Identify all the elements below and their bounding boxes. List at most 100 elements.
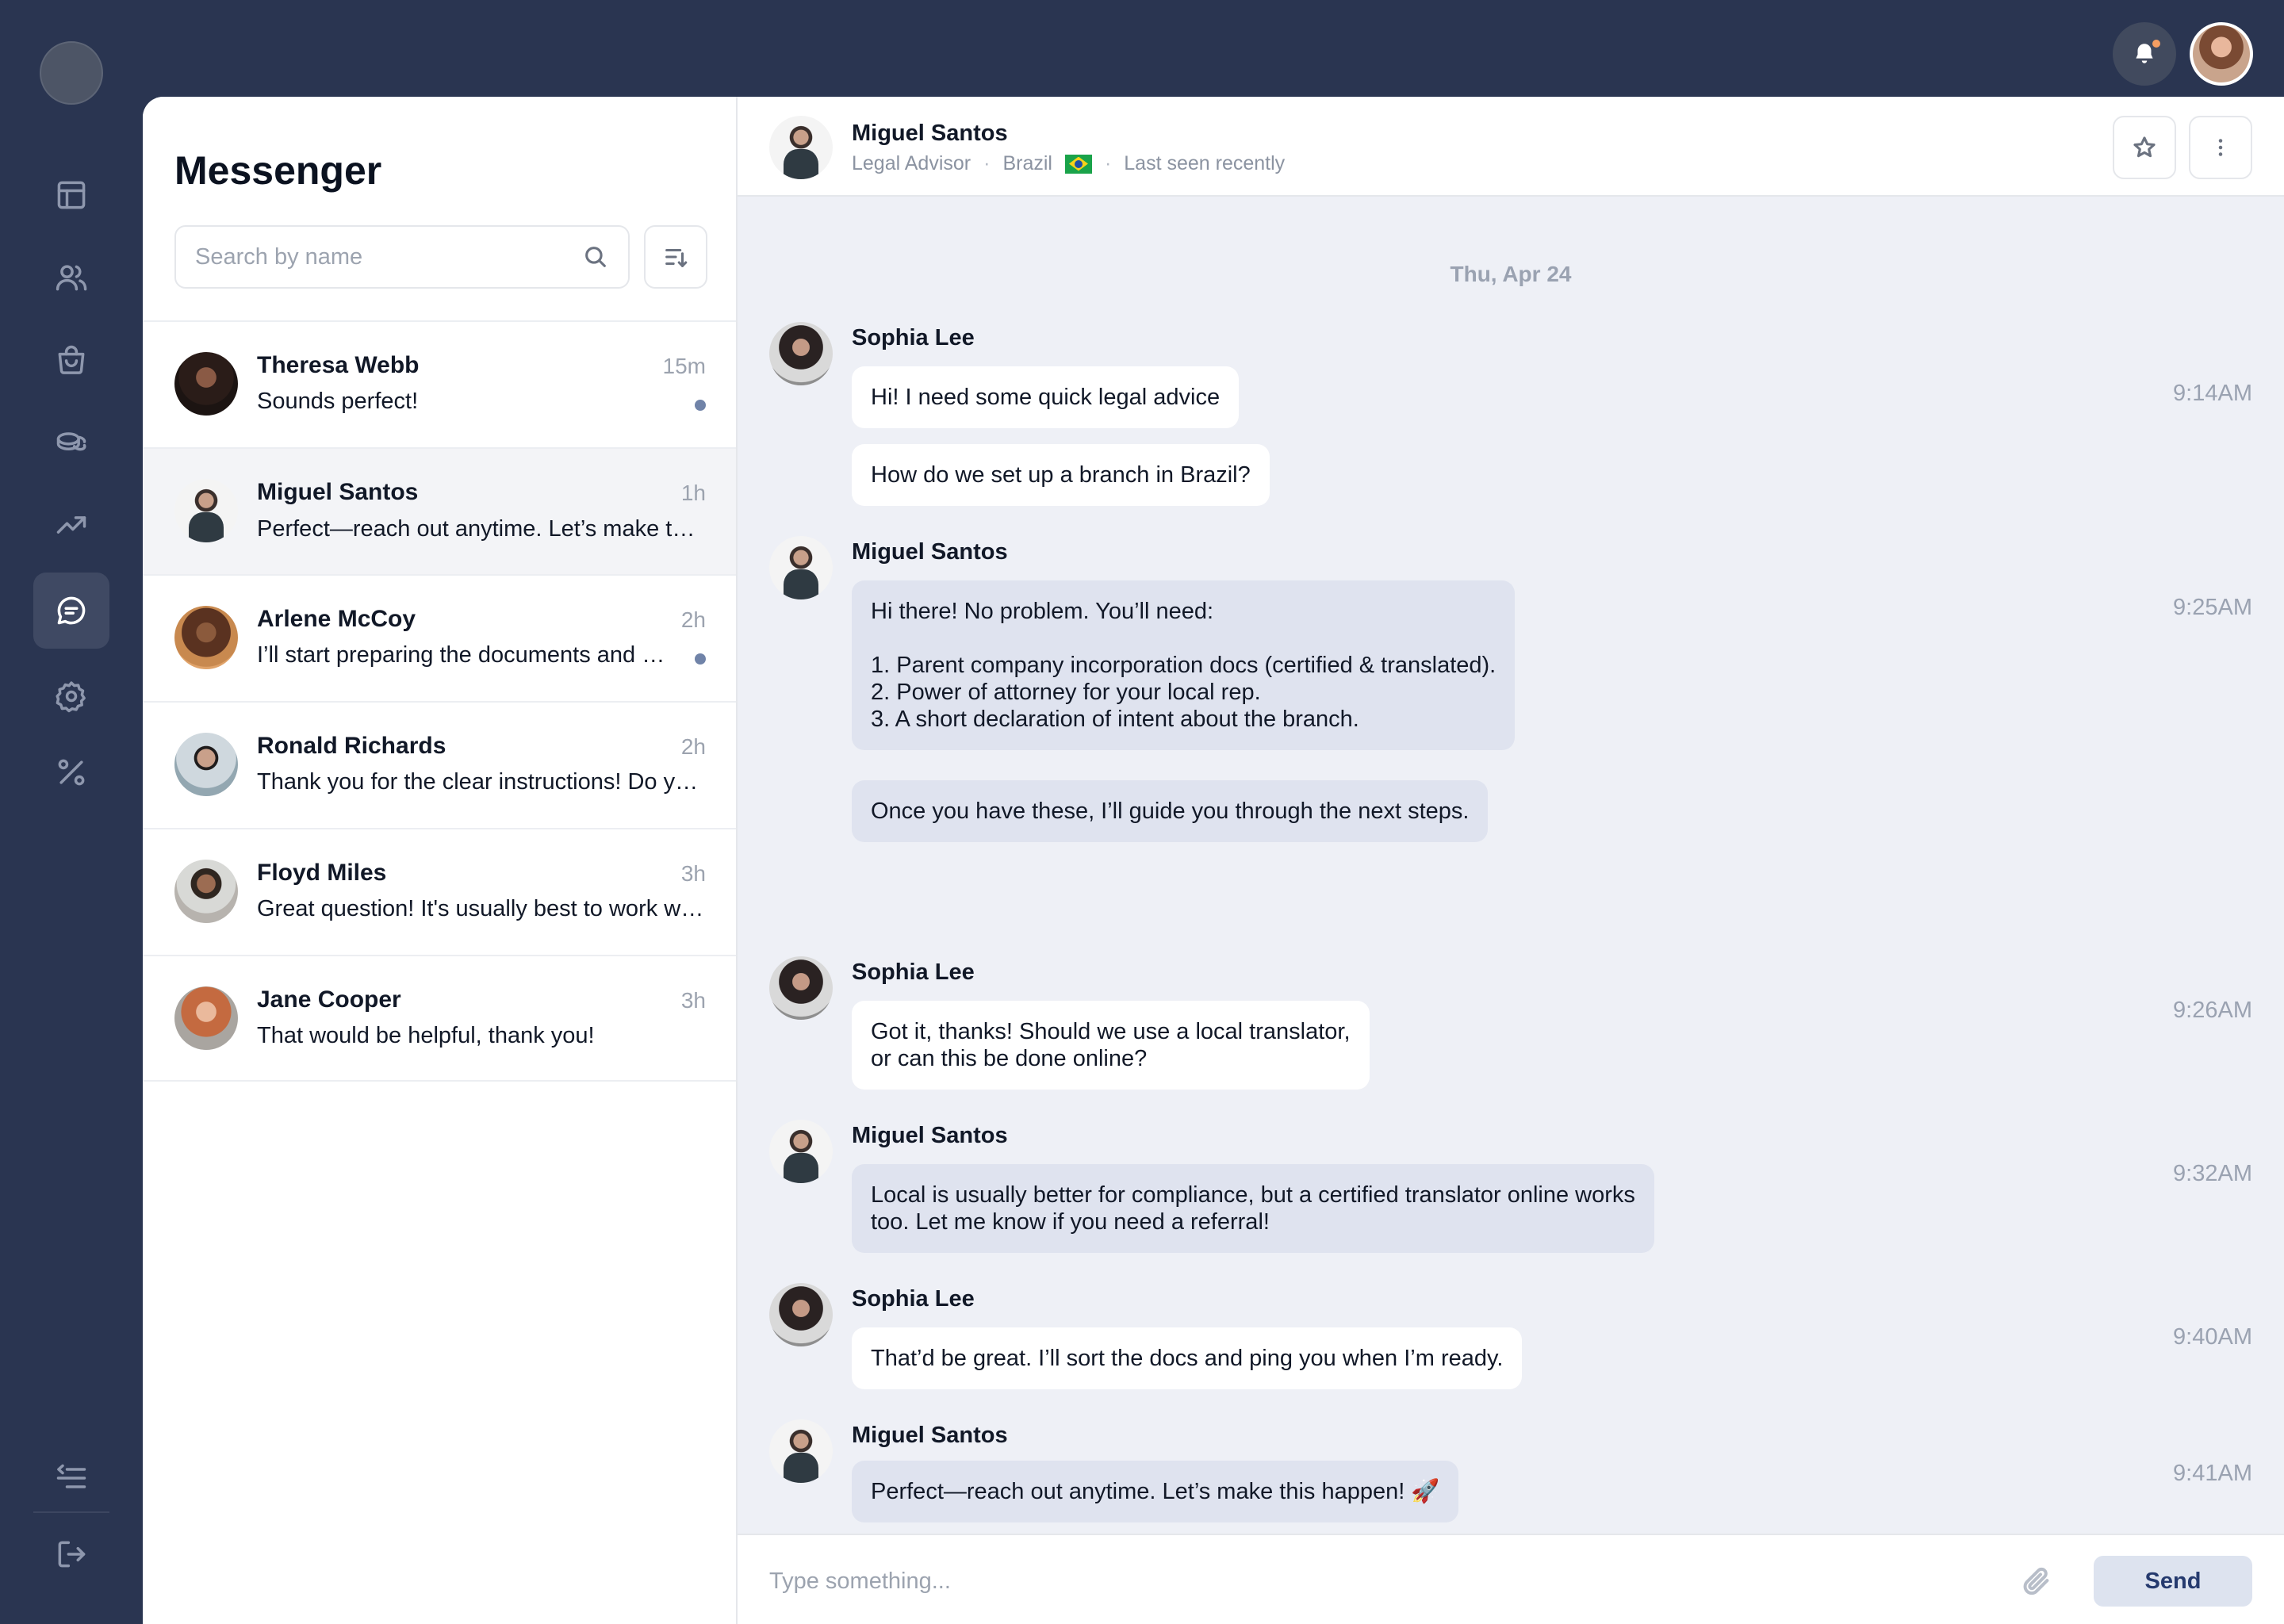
- search-input[interactable]: [195, 243, 582, 270]
- unread-dot: [695, 400, 706, 411]
- message-bubble[interactable]: Hi there! No problem. You’ll need: 1. Pa…: [852, 580, 1516, 750]
- contact-meta: Legal Advisor · Brazil · Last seen recen…: [852, 152, 1285, 175]
- avatar: [174, 479, 238, 542]
- sender-avatar: [769, 1419, 833, 1483]
- conversation-item[interactable]: Floyd Miles 3h Great question! It's usua…: [143, 828, 736, 955]
- nav-discounts[interactable]: [33, 734, 109, 810]
- favorite-button[interactable]: [2113, 116, 2176, 179]
- conversation-time: 3h: [680, 988, 706, 1013]
- message-bubble[interactable]: How do we set up a branch in Brazil?: [852, 444, 1270, 506]
- logout-icon: [58, 1541, 86, 1568]
- conversation-name: Jane Cooper: [257, 986, 401, 1013]
- percent-icon: [58, 759, 85, 786]
- conversation-time: 2h: [680, 607, 706, 632]
- contact-avatar[interactable]: [769, 116, 833, 179]
- conversation-name: Ronald Richards: [257, 733, 446, 759]
- unread-dot: [695, 653, 706, 665]
- logout-button[interactable]: [33, 1516, 109, 1592]
- logo[interactable]: [40, 41, 103, 105]
- search-box[interactable]: [174, 225, 630, 289]
- avatar: [174, 860, 238, 923]
- send-button[interactable]: Send: [2094, 1556, 2252, 1607]
- conversation-name: Theresa Webb: [257, 352, 420, 378]
- notification-badge: [2152, 40, 2160, 48]
- conversation-list: Theresa Webb 15m Sounds perfect! Miguel …: [143, 320, 736, 1082]
- conversation-time: 1h: [680, 481, 706, 505]
- message-composer: Send: [738, 1534, 2284, 1624]
- nav-finance[interactable]: [33, 404, 109, 481]
- more-options-button[interactable]: [2189, 116, 2252, 179]
- notifications-button[interactable]: [2113, 22, 2176, 86]
- chat-pane: Miguel Santos Legal Advisor · Brazil · L…: [738, 97, 2284, 1624]
- sender-name: Miguel Santos: [852, 1423, 1008, 1448]
- conversation-item[interactable]: Arlene McCoy 2h I’ll start preparing the…: [143, 574, 736, 701]
- coins-icon: [56, 432, 86, 451]
- message-time: 9:14AM: [2173, 381, 2252, 406]
- contact-role: Legal Advisor: [852, 152, 971, 174]
- avatar: [174, 733, 238, 796]
- nav-dashboard[interactable]: [33, 157, 109, 233]
- sender-avatar: [769, 956, 833, 1020]
- message-time: 9:25AM: [2173, 595, 2252, 620]
- brazil-flag-icon: [1064, 154, 1092, 174]
- conversation-preview: I’ll start preparing the documents and g…: [257, 642, 677, 668]
- star-icon: [2133, 136, 2156, 158]
- conversation-item[interactable]: Miguel Santos 1h Perfect—reach out anyti…: [143, 447, 736, 574]
- dashboard-icon: [57, 181, 86, 209]
- attach-button[interactable]: [2014, 1559, 2059, 1603]
- nav-analytics[interactable]: [33, 487, 109, 563]
- contact-country: Brazil: [1002, 152, 1052, 174]
- conversation-preview: That would be helpful, thank you!: [257, 1023, 595, 1048]
- sender-avatar: [769, 1120, 833, 1183]
- conversation-list-pane: Messenger Theresa Webb 15m Sounds perfec…: [143, 97, 738, 1624]
- sender-avatar: [769, 536, 833, 599]
- user-photo: [2193, 25, 2250, 82]
- conversation-preview: Perfect—reach out anytime. Let’s make th…: [257, 516, 706, 542]
- conversation-item[interactable]: Ronald Richards 2h Thank you for the cle…: [143, 701, 736, 828]
- message-bubble[interactable]: Perfect—reach out anytime. Let’s make th…: [852, 1461, 1459, 1522]
- message-bubble[interactable]: Once you have these, I’ll guide you thro…: [852, 780, 1489, 842]
- conversation-preview: Thank you for the clear instructions! Do…: [257, 769, 706, 795]
- nav-settings[interactable]: [33, 658, 109, 734]
- conversation-preview: Great question! It's usually best to wor…: [257, 896, 706, 921]
- sender-avatar: [769, 1283, 833, 1346]
- contact-name[interactable]: Miguel Santos: [852, 121, 1008, 147]
- sender-name: Sophia Lee: [852, 325, 975, 350]
- conversation-name: Arlene McCoy: [257, 606, 416, 632]
- paperclip-icon: [2023, 1567, 2049, 1595]
- message-bubble[interactable]: Got it, thanks! Should we use a local tr…: [852, 1001, 1370, 1090]
- sort-icon: [665, 248, 688, 267]
- collapse-menu-button[interactable]: [33, 1440, 109, 1516]
- message-time: 9:32AM: [2173, 1161, 2252, 1186]
- conversation-item[interactable]: Jane Cooper 3h That would be helpful, th…: [143, 955, 736, 1082]
- sender-name: Miguel Santos: [852, 1123, 1008, 1148]
- message-input[interactable]: [769, 1559, 1959, 1603]
- side-nav: [0, 0, 143, 1624]
- more-vertical-icon: [2218, 139, 2223, 156]
- main-panel: Messenger Theresa Webb 15m Sounds perfec…: [143, 97, 2284, 1624]
- profile-avatar[interactable]: [2190, 22, 2253, 86]
- settings-icon: [56, 681, 86, 713]
- avatar: [174, 986, 238, 1050]
- page-title: Messenger: [174, 148, 382, 193]
- avatar: [174, 352, 238, 416]
- meta-separator: ·: [1104, 152, 1112, 174]
- nav-users[interactable]: [33, 239, 109, 316]
- collapse-menu-icon: [56, 1464, 86, 1488]
- message-time: 9:26AM: [2173, 998, 2252, 1023]
- message-bubble[interactable]: Hi! I need some quick legal advice: [852, 366, 1240, 428]
- conversation-item[interactable]: Theresa Webb 15m Sounds perfect!: [143, 320, 736, 447]
- message-bubble[interactable]: Local is usually better for compliance, …: [852, 1164, 1654, 1253]
- chat-header: Miguel Santos Legal Advisor · Brazil · L…: [738, 97, 2284, 197]
- rail-divider: [33, 1511, 109, 1513]
- sender-name: Miguel Santos: [852, 539, 1008, 565]
- nav-messenger[interactable]: [33, 573, 109, 649]
- message-time: 9:40AM: [2173, 1324, 2252, 1350]
- sender-avatar: [769, 322, 833, 385]
- message-bubble[interactable]: That’d be great. I’ll sort the docs and …: [852, 1327, 1523, 1389]
- sort-button[interactable]: [644, 225, 707, 289]
- conversation-name: Miguel Santos: [257, 479, 419, 505]
- search-icon[interactable]: [582, 243, 609, 270]
- conversation-time: 15m: [662, 354, 706, 378]
- nav-products[interactable]: [33, 322, 109, 398]
